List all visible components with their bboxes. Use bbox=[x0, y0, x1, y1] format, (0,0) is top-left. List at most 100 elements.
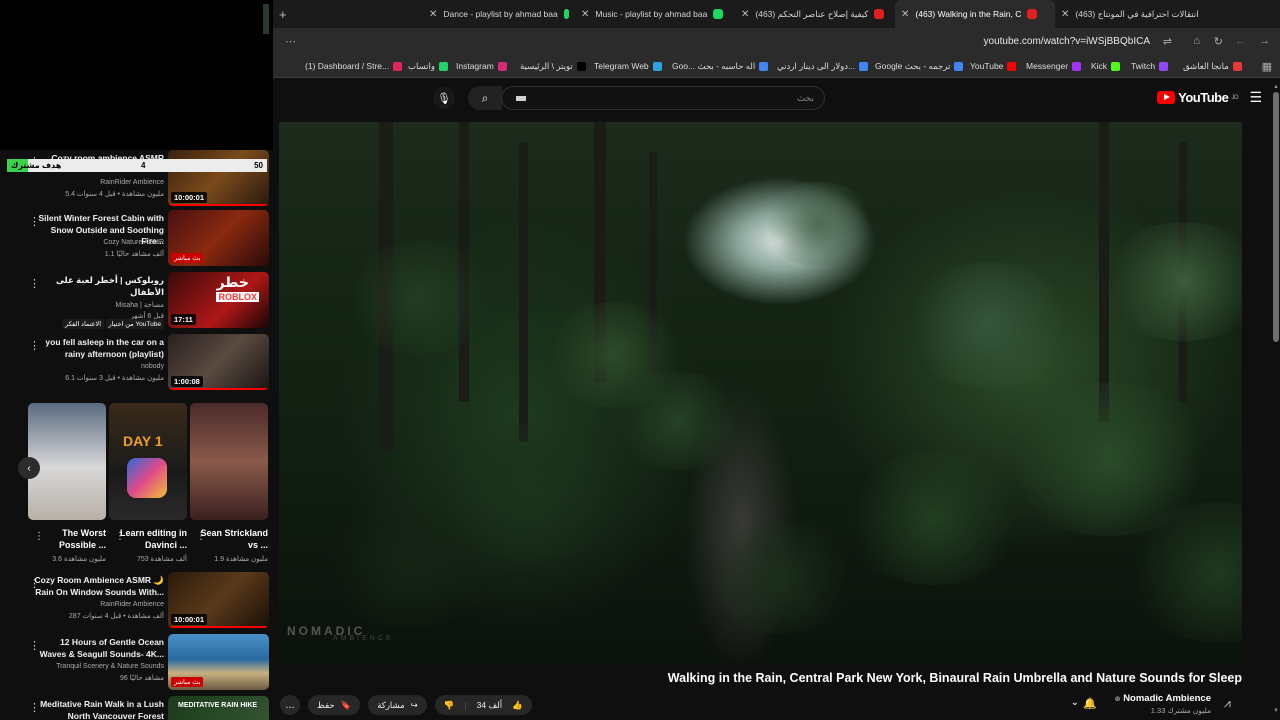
tab-walking-in-rain[interactable]: ✕ (463) Walking in the Rain, C bbox=[895, 0, 1055, 28]
short-thumb-text: DAY 1 bbox=[123, 433, 163, 449]
bookmark-item[interactable]: (1) Dashboard / Stre... bbox=[305, 61, 403, 71]
more-options-icon[interactable]: ⋮ bbox=[34, 531, 44, 542]
watch-progress-bar bbox=[168, 204, 269, 206]
bookmark-item[interactable]: مانجا العاشق bbox=[1183, 61, 1242, 72]
channel-info[interactable]: ⊛ Nomadic Ambience 1.33 مليون مشترك bbox=[1115, 693, 1211, 715]
video-thumbnail[interactable]: خطر ROBLOX 17:11 bbox=[168, 272, 269, 328]
address-bar[interactable]: ⋯ youtube.com/watch?v=iWSjBBQbICA ⇌ ⌂ ↻ … bbox=[273, 28, 1280, 56]
youtube-logo[interactable]: YouTube JO bbox=[1157, 90, 1238, 105]
bookmark-item[interactable]: Instagram bbox=[456, 61, 507, 71]
bookmark-item[interactable]: تويتر \ الرئيسية bbox=[520, 61, 586, 72]
recommended-channel-name[interactable]: RainRider Ambience bbox=[100, 179, 164, 186]
dislike-icon[interactable]: 👎 bbox=[444, 700, 455, 711]
bookmark-item[interactable]: Kick bbox=[1091, 61, 1121, 71]
video-thumbnail[interactable]: 1:00:08 bbox=[168, 334, 269, 390]
overlay-indicator bbox=[263, 4, 269, 34]
tab-controls-video[interactable]: ✕ (463) كيفية إصلاح عناصر التحكم bbox=[735, 0, 895, 28]
recommended-video[interactable]: بث مباشر Silent Winter Forest Cabin with … bbox=[0, 210, 273, 268]
recommended-video-title[interactable]: Meditative Rain Walk in a Lush North Van… bbox=[34, 699, 164, 720]
more-options-icon[interactable]: ⋮ bbox=[29, 639, 40, 652]
extensions-icon[interactable]: ⋯ bbox=[285, 35, 296, 48]
close-icon[interactable]: ✕ bbox=[581, 9, 589, 20]
grid-icon[interactable]: ▦ bbox=[1262, 60, 1272, 73]
video-thumbnail[interactable]: MEDITATIVE RAIN HIKE bbox=[168, 696, 269, 720]
channel-watermark-sub: AMBIENCE bbox=[333, 635, 394, 642]
close-icon[interactable]: ✕ bbox=[901, 9, 909, 20]
recommended-channel-name[interactable]: Misaha | مساحة bbox=[116, 301, 165, 309]
video-thumbnail[interactable]: بث مباشر bbox=[168, 210, 269, 266]
channel-avatar[interactable]: ⩘ bbox=[1224, 696, 1242, 712]
scrollbar-thumb[interactable] bbox=[1273, 92, 1279, 342]
save-button[interactable]: حفظ 🔖 bbox=[308, 695, 361, 715]
share-label: مشاركة bbox=[377, 699, 405, 710]
recommended-video-meta: 5.4 مليون مشاهدة • قبل 4 سنوات bbox=[65, 191, 164, 198]
more-options-icon[interactable]: ⋮ bbox=[196, 531, 206, 542]
more-actions-button[interactable]: ... bbox=[280, 695, 300, 715]
like-icon[interactable]: 👍 bbox=[512, 700, 523, 711]
bookmark-item[interactable]: Telegram Web bbox=[594, 61, 662, 71]
recommended-channel-name[interactable]: Tranquil Scenery & Nature Sounds bbox=[56, 663, 164, 670]
url-text[interactable]: youtube.com/watch?v=iWSjBBQbICA bbox=[984, 36, 1150, 47]
share-button[interactable]: مشاركة ↪ bbox=[368, 695, 427, 715]
recommended-video[interactable]: خطر ROBLOX 17:11 روبلوكس | أخطر لعبة على ال… bbox=[0, 272, 273, 330]
recommended-video[interactable]: 1:00:08 you fell asleep in the car on a r… bbox=[0, 334, 273, 392]
bookmark-item[interactable]: YouTube bbox=[970, 61, 1017, 71]
bookmark-item[interactable]: Messenger bbox=[1026, 61, 1082, 71]
close-icon[interactable]: ✕ bbox=[429, 9, 437, 20]
text-cursor bbox=[516, 96, 526, 101]
video-thumbnail[interactable]: 10:00:01 bbox=[168, 572, 269, 628]
tab-dance-playlist[interactable]: ✕ Dance - playlist by ahmad baa bbox=[423, 0, 575, 28]
video-thumbnail[interactable]: بث مباشر bbox=[168, 634, 269, 690]
more-options-icon[interactable]: ⋮ bbox=[29, 701, 40, 714]
chevron-down-icon[interactable]: ⌄ bbox=[1071, 697, 1079, 708]
scroll-up-icon[interactable]: ▲ bbox=[1273, 84, 1279, 90]
recommended-video[interactable]: بث مباشر 12 Hours of Gentle Ocean Waves &… bbox=[0, 634, 273, 692]
bookmark-label: Google ترجمه - بحث bbox=[875, 61, 951, 71]
hamburger-menu-icon[interactable]: ☰ bbox=[1249, 89, 1262, 106]
bookmark-item[interactable]: دولار الى دينار اردني... bbox=[777, 61, 869, 72]
recommended-video[interactable]: 10:00:01 Cozy Room Ambience ASMR 🌙 Rain O… bbox=[0, 572, 273, 630]
short-thumbnail[interactable] bbox=[28, 403, 106, 520]
new-tab-button[interactable]: + bbox=[279, 7, 287, 22]
home-icon[interactable]: ⌂ bbox=[1193, 35, 1200, 47]
bookmark-label: Goo... اله حاسبه - بحث bbox=[672, 61, 756, 71]
bookmark-label: Messenger bbox=[1026, 61, 1069, 71]
recommended-video-title[interactable]: Cozy Room Ambience ASMR 🌙 Rain On Window… bbox=[34, 575, 164, 598]
short-thumbnail[interactable] bbox=[190, 403, 268, 520]
recommended-channel-name[interactable]: Cozy Nature ASMR bbox=[103, 239, 164, 246]
more-options-icon[interactable]: ⋮ bbox=[29, 215, 40, 228]
bookmark-item[interactable]: Twitch bbox=[1131, 61, 1169, 71]
forward-icon[interactable]: ← bbox=[1235, 35, 1246, 47]
more-options-icon[interactable]: ⋮ bbox=[29, 339, 40, 352]
country-code: JO bbox=[1231, 94, 1238, 101]
more-options-icon[interactable]: ⋮ bbox=[29, 577, 40, 590]
recommended-video-title[interactable]: روبلوكس | أخطر لعبة على الأطفال bbox=[34, 275, 164, 298]
short-thumbnail[interactable]: DAY 1 bbox=[109, 403, 187, 520]
reload-icon[interactable]: ↻ bbox=[1214, 35, 1223, 48]
bookmark-item[interactable]: Google ترجمه - بحث bbox=[875, 61, 964, 72]
tab-music-playlist[interactable]: ✕ Music - playlist by ahmad baa bbox=[575, 0, 735, 28]
recommended-channel-name[interactable]: nobody bbox=[141, 363, 164, 370]
more-options-icon[interactable]: ⋮ bbox=[115, 531, 125, 542]
search-input[interactable]: بحث bbox=[501, 86, 825, 110]
recommended-video-title[interactable]: 12 Hours of Gentle Ocean Waves & Seagull… bbox=[34, 637, 164, 660]
shorts-prev-button[interactable]: ‹ bbox=[18, 457, 40, 479]
video-duration: 1:00:08 bbox=[171, 376, 203, 387]
back-icon[interactable]: → bbox=[1259, 35, 1270, 47]
voice-search-button[interactable]: 🎙 bbox=[433, 87, 455, 109]
scroll-down-icon[interactable]: ▼ bbox=[1273, 708, 1279, 714]
close-icon[interactable]: ✕ bbox=[1061, 9, 1069, 20]
close-icon[interactable]: ✕ bbox=[741, 9, 749, 20]
recommended-video-title[interactable]: you fell asleep in the car on a rainy af… bbox=[34, 337, 164, 360]
bookmark-item[interactable]: واتساب bbox=[408, 61, 449, 72]
tab-transitions[interactable]: ✕ (463) انتقالات احترافية في المونتاج bbox=[1055, 0, 1210, 28]
video-player[interactable]: NOMADIC AMBIENCE bbox=[279, 122, 1242, 664]
more-options-icon[interactable]: ⋮ bbox=[29, 277, 40, 290]
search-button[interactable]: ⌕ bbox=[468, 86, 502, 110]
bell-icon[interactable]: 🔔 bbox=[1083, 697, 1097, 710]
bookmark-item[interactable]: Goo... اله حاسبه - بحث bbox=[672, 61, 769, 72]
thumbnail-text: MEDITATIVE RAIN HIKE bbox=[178, 702, 258, 709]
site-settings-icon[interactable]: ⇌ bbox=[1163, 35, 1172, 48]
recommended-video[interactable]: MEDITATIVE RAIN HIKE Meditative Rain Walk… bbox=[0, 696, 273, 720]
recommended-channel-name[interactable]: RainRider Ambience bbox=[100, 601, 164, 608]
